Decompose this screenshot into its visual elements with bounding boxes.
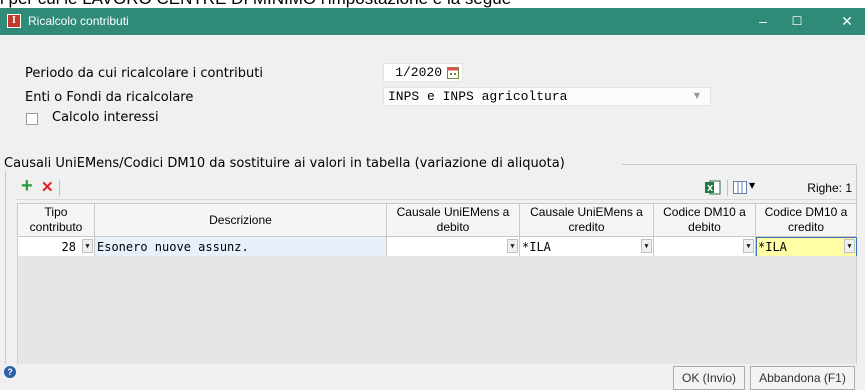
svg-text:X: X	[707, 184, 714, 193]
chevron-down-icon[interactable]: ▼	[844, 239, 855, 253]
rows-count: Righe: 1	[807, 181, 852, 195]
col-header-tipo[interactable]: Tipo contributo	[17, 203, 95, 237]
cell-dm10-credito-value: *ILA	[758, 239, 787, 254]
close-button[interactable]: ✕	[830, 8, 864, 35]
minimize-icon: –	[759, 13, 767, 29]
cell-causale-debito[interactable]: ▼	[386, 236, 520, 257]
cell-descrizione[interactable]: Esonero nuove assunz.	[94, 236, 387, 257]
help-icon[interactable]: ?	[4, 366, 16, 378]
cancel-button[interactable]: Abbandona (F1)	[750, 366, 855, 390]
table-toolbar: + ✕ X ▼ Righe: 1	[17, 175, 855, 200]
col-header-causale-debito[interactable]: Causale UniEMens a debito	[386, 203, 520, 237]
minimize-button[interactable]: –	[746, 8, 780, 35]
table-header-row: Tipo contributo Descrizione Causale UniE…	[17, 203, 857, 237]
cell-dm10-credito[interactable]: *ILA ▼	[755, 236, 857, 257]
app-icon: I	[7, 14, 21, 28]
cell-causale-credito[interactable]: *ILA ▼	[519, 236, 654, 257]
enti-value: INPS e INPS agricoltura	[388, 89, 568, 104]
close-icon: ✕	[841, 13, 853, 29]
cell-descrizione-value: Esonero nuove assunz.	[97, 239, 249, 254]
table-empty-area	[17, 256, 857, 364]
cell-tipo-value: 28	[61, 239, 76, 254]
col-header-descrizione[interactable]: Descrizione	[94, 203, 387, 237]
toolbar-separator-2	[727, 180, 728, 196]
maximize-icon: ☐	[791, 14, 803, 28]
cell-tipo[interactable]: 28 ▼	[17, 236, 95, 257]
chevron-down-icon[interactable]: ▼	[743, 239, 754, 253]
chevron-down-icon[interactable]: ▼	[82, 239, 93, 253]
group-title: Causali UniEMens/Codici DM10 da sostitui…	[4, 156, 567, 171]
window-titlebar: I Ricalcolo contributi – ☐ ✕	[0, 8, 865, 35]
column-chooser-chevron-icon[interactable]: ▼	[749, 181, 755, 190]
window-title: Ricalcolo contributi	[28, 14, 129, 28]
enti-label: Enti o Fondi da ricalcolare	[25, 90, 194, 105]
chevron-down-icon[interactable]: ▼	[641, 239, 652, 253]
cell-causale-credito-value: *ILA	[522, 239, 551, 254]
chevron-down-icon[interactable]: ▼	[507, 239, 518, 253]
cell-dm10-debito[interactable]: ▼	[653, 236, 756, 257]
chevron-down-icon: ▼	[693, 91, 700, 100]
col-header-causale-credito[interactable]: Causale UniEMens a credito	[519, 203, 654, 237]
period-label: Periodo da cui ricalcolare i contributi	[25, 66, 263, 81]
group-frame-top-right	[622, 164, 856, 165]
background-document-strip: l per cui le LAVORO CENTRE DI MINIMO l'i…	[0, 0, 865, 8]
table-row[interactable]: 28 ▼ Esonero nuove assunz. ▼ *ILA ▼ ▼ *I…	[17, 236, 857, 257]
ok-button[interactable]: OK (Invio)	[673, 366, 745, 390]
period-field[interactable]: 1/2020	[383, 63, 463, 82]
group-frame-left	[5, 164, 6, 364]
interessi-label: Calcolo interessi	[52, 110, 159, 125]
contributi-table: Tipo contributo Descrizione Causale UniE…	[17, 203, 857, 257]
delete-row-icon[interactable]: ✕	[41, 178, 54, 196]
maximize-button[interactable]: ☐	[780, 8, 814, 35]
col-header-dm10-debito[interactable]: Codice DM10 a debito	[653, 203, 756, 237]
column-chooser-icon[interactable]	[733, 181, 747, 194]
toolbar-separator	[59, 180, 60, 196]
background-document-text: l per cui le LAVORO CENTRE DI MINIMO l'i…	[0, 0, 511, 8]
period-value: 1/2020	[395, 65, 442, 80]
calendar-icon[interactable]	[447, 67, 459, 79]
excel-icon[interactable]: X	[705, 180, 721, 195]
interessi-checkbox[interactable]	[26, 113, 38, 125]
col-header-dm10-credito[interactable]: Codice DM10 a credito	[755, 203, 857, 237]
add-row-icon[interactable]: +	[21, 175, 33, 198]
enti-select[interactable]: INPS e INPS agricoltura ▼	[383, 87, 711, 106]
